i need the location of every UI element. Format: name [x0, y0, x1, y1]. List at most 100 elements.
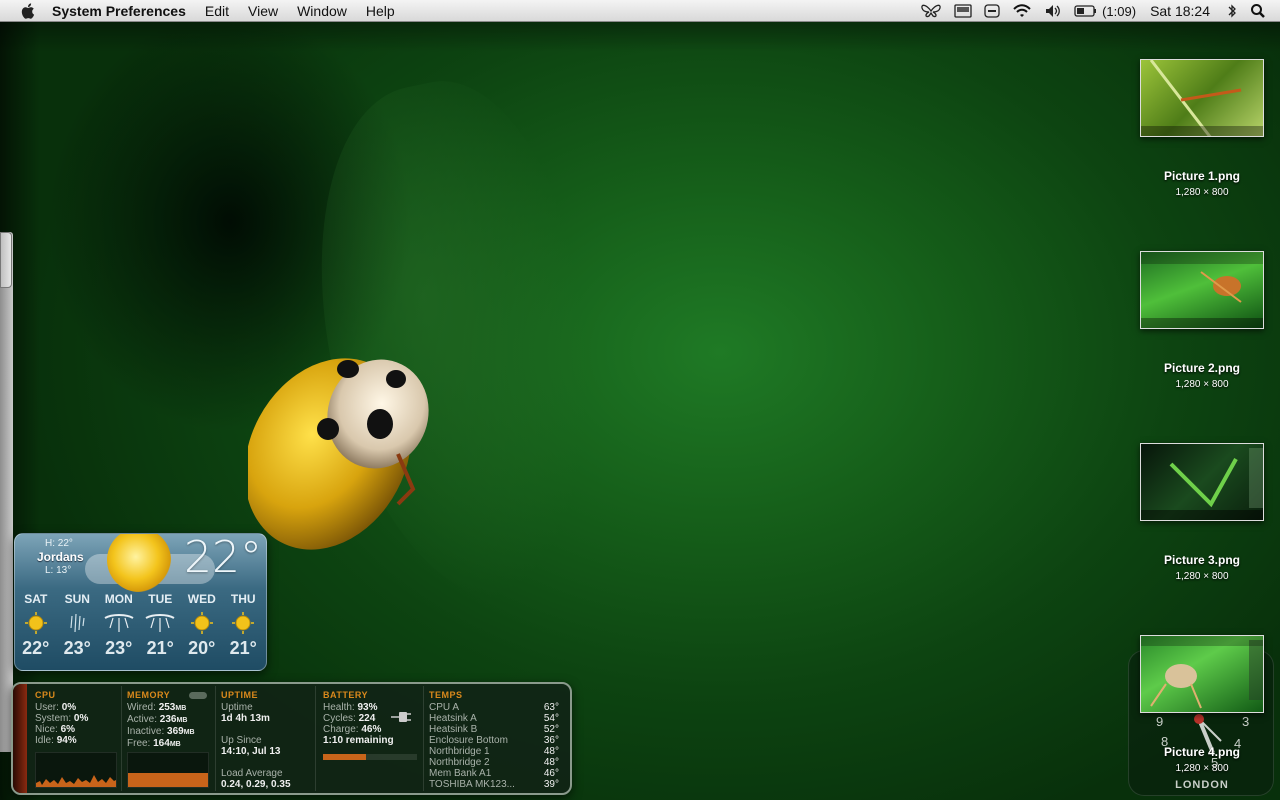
forecast-day-name: SUN [64, 592, 90, 606]
temp-row: TOSHIBA MK123... 39° [429, 779, 559, 790]
forecast-day-name: WED [187, 592, 216, 606]
istat-divider [215, 686, 216, 791]
upsince-label: Up Since [221, 735, 262, 746]
battery-remaining: 1:10 remaining [323, 735, 394, 746]
file-dimensions: 1,280 × 800 [1175, 571, 1229, 582]
mem-free-label: Free: [127, 738, 151, 749]
forecast-temp: 23° [63, 638, 91, 658]
load-average-value: 0.24, 0.29, 0.35 [221, 779, 291, 790]
file-name: Picture 2.png [1163, 361, 1240, 375]
temp-label: Northbridge 1 [429, 746, 490, 757]
forecast-day-name: TUE [148, 592, 173, 606]
menu-edit[interactable]: Edit [205, 3, 229, 19]
mem-inactive-label: Inactive: [127, 726, 165, 737]
istat-widget[interactable]: CPU User: 0% System: 0% Nice: 6% Idle: 9… [11, 682, 572, 795]
temp-value: 54° [543, 713, 559, 724]
cpu-user-value: 0% [61, 702, 77, 713]
forecast-day: SAT 22° [15, 592, 57, 659]
rain-icon [57, 610, 99, 636]
temp-row: Enclosure Bottom 36° [429, 735, 559, 746]
battery-time[interactable]: (1:09) [1102, 4, 1136, 19]
file-thumbnail[interactable] [1140, 443, 1264, 521]
mem-wired-label: Wired: [127, 702, 156, 713]
istat-battery: BATTERY Health: 93% Cycles: 224 Charge: … [323, 690, 394, 746]
temp-value: 48° [543, 757, 559, 768]
storm-icon [140, 610, 182, 636]
forecast-temp: 22° [22, 638, 50, 658]
menu-window[interactable]: Window [297, 3, 347, 19]
screen-icon[interactable] [954, 0, 972, 22]
file-dimensions: 1,280 × 800 [1175, 379, 1229, 390]
battery-charge-label: Charge: [323, 724, 359, 735]
battery-cycles-label: Cycles: [323, 713, 356, 724]
mem-unit: MB [169, 741, 181, 748]
temp-value: 52° [543, 724, 559, 735]
load-average-label: Load Average [221, 768, 283, 779]
temp-label: Heatsink B [429, 724, 478, 735]
memory-toggle-button[interactable] [189, 692, 207, 699]
istat-uptime: UPTIME Uptime 1d 4h 13m Up Since 14:10, … [221, 690, 291, 790]
clock-numeral-3: 3 [1242, 714, 1250, 729]
forecast-day: TUE 21° [140, 592, 182, 659]
istat-battery-title: BATTERY [323, 690, 368, 700]
file-thumbnail[interactable] [1140, 635, 1264, 713]
temp-row: Northbridge 1 48° [429, 746, 559, 757]
battery-icon[interactable] [1074, 0, 1098, 22]
forecast-day: THU 21° [223, 592, 265, 659]
istat-divider [315, 686, 316, 791]
butterfly-icon[interactable] [920, 0, 942, 22]
storm-icon [98, 610, 140, 636]
file-dimensions: 1,280 × 800 [1175, 763, 1229, 774]
menu-bar: System Preferences Edit View Window Help… [0, 0, 1280, 22]
forecast-day-name: THU [230, 592, 256, 606]
mem-free-value: 164 [153, 738, 170, 749]
mem-active-label: Active: [127, 714, 158, 725]
temp-value: 63° [543, 702, 559, 713]
apple-icon[interactable] [20, 2, 38, 20]
file-name: Picture 4.png [1163, 745, 1240, 759]
weather-low: L: 13° [45, 565, 72, 576]
temp-row: Heatsink B 52° [429, 724, 559, 735]
eject-icon[interactable] [984, 0, 1000, 22]
menu-view[interactable]: View [248, 3, 278, 19]
file-name: Picture 3.png [1163, 553, 1240, 567]
mem-active-value: 236 [159, 714, 177, 725]
spotlight-search-icon[interactable] [1250, 0, 1266, 22]
temp-value: 36° [543, 735, 559, 746]
menu-clock[interactable]: Sat 18:24 [1150, 3, 1210, 19]
forecast-temp: 23° [105, 638, 133, 658]
file-thumbnail[interactable] [1140, 59, 1264, 137]
istat-divider [423, 686, 424, 791]
volume-icon[interactable] [1044, 0, 1062, 22]
cpu-system-value: 0% [73, 713, 89, 724]
cpu-idle-value: 94% [56, 735, 77, 746]
sun-icon [15, 610, 57, 636]
weather-city[interactable]: Jordans [37, 550, 84, 564]
weather-current-temp: 22° [184, 533, 262, 583]
istat-cpu-title: CPU [35, 690, 56, 700]
forecast-temp: 21° [146, 638, 174, 658]
bluetooth-icon[interactable] [1226, 0, 1238, 22]
battery-health-value: 93% [357, 702, 378, 713]
battery-charge-fill [323, 754, 367, 760]
menu-help[interactable]: Help [366, 3, 395, 19]
menu-app-name[interactable]: System Preferences [52, 3, 186, 19]
drawer-handle[interactable] [0, 232, 12, 288]
sun-icon [223, 610, 265, 636]
memory-graph [127, 752, 209, 788]
battery-charge-bar [323, 754, 417, 760]
mem-unit: MB [176, 717, 188, 724]
mem-unit: MB [175, 705, 187, 712]
istat-memory-title: MEMORY [127, 690, 171, 700]
temp-value: 46° [543, 768, 559, 779]
mem-unit: MB [183, 729, 195, 736]
istat-memory: MEMORY Wired: 253MB Active: 236MB Inacti… [127, 690, 195, 750]
temp-label: CPU A [429, 702, 460, 713]
weather-widget[interactable]: H: 22° Jordans L: 13° 22° SAT 22° SUN 23… [14, 533, 267, 671]
weather-forecast: SAT 22° SUN 23° MON 23° TUE 21° WED 20° … [15, 592, 266, 659]
file-dimensions: 1,280 × 800 [1175, 187, 1229, 198]
file-thumbnail[interactable] [1140, 251, 1264, 329]
clock-city: LONDON [1175, 779, 1229, 791]
wifi-icon[interactable] [1012, 0, 1032, 22]
side-drawer[interactable] [0, 232, 13, 752]
